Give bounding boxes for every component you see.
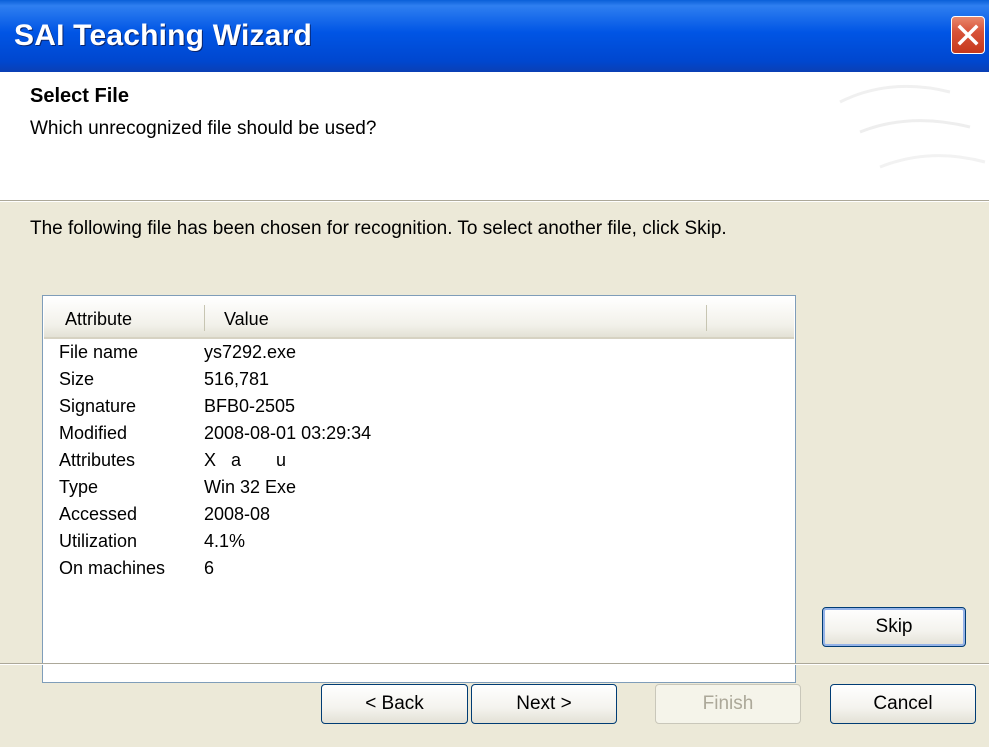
list-item[interactable]: Size 516,781 [44,367,794,394]
attribute-name: Modified [59,423,128,443]
page-subtitle: Which unrecognized file should be used? [30,118,377,139]
finish-button: Finish [655,684,801,724]
column-header-value[interactable]: Value [224,309,269,330]
list-item[interactable]: Type Win 32 Exe [44,475,794,502]
attribute-value: ys7292.exe [204,342,297,362]
footer-divider-highlight [0,664,989,665]
list-item[interactable]: On machines 6 [44,556,794,583]
attribute-name: File name [59,342,139,362]
list-item[interactable]: Modified 2008-08-01 03:29:34 [44,421,794,448]
attribute-value: 516,781 [204,369,270,389]
attribute-value: 2008-08 [204,504,271,524]
window-title: SAI Teaching Wizard [14,19,313,52]
attribute-value: 2008-08-01 03:29:34 [204,423,372,443]
list-item[interactable]: Utilization 4.1% [44,529,794,556]
attribute-name: Accessed [59,504,138,524]
cancel-button[interactable]: Cancel [830,684,976,724]
close-icon [957,24,979,46]
wizard-window: SAI Teaching Wizard Select File Which un… [0,0,989,747]
attribute-value: 6 [204,558,215,578]
attribute-value: Win 32 Exe [204,477,297,497]
attribute-value: 4.1% [204,531,246,551]
column-divider[interactable] [706,305,707,331]
attribute-name: On machines [59,558,166,578]
list-item[interactable]: Signature BFB0-2505 [44,394,794,421]
close-button[interactable] [951,16,985,54]
list-item[interactable]: File name ys7292.exe [44,340,794,367]
list-item[interactable]: Attributes X a u [44,448,794,475]
list-item[interactable]: Accessed 2008-08 [44,502,794,529]
attribute-name: Type [59,477,99,497]
attribute-value: X a u [204,450,287,470]
attribute-name: Signature [59,396,137,416]
header-divider-highlight [0,201,989,202]
skip-button[interactable]: Skip [822,607,966,647]
list-header: Attribute Value [44,297,794,339]
next-button[interactable]: Next > [471,684,617,724]
file-attributes-list[interactable]: Attribute Value File name ys7292.exe Size 5… [42,295,796,683]
back-button[interactable]: < Back [321,684,468,724]
title-bar[interactable]: SAI Teaching Wizard [0,0,989,72]
intro-text: The following file has been chosen for r… [30,218,727,239]
attribute-name: Utilization [59,531,138,551]
attribute-value: BFB0-2505 [204,396,296,416]
attribute-name: Attributes [59,450,136,470]
page-title: Select File [30,85,129,107]
column-divider[interactable] [204,305,205,331]
column-header-attribute[interactable]: Attribute [65,309,132,330]
attribute-name: Size [59,369,95,389]
header-watermark [820,72,989,200]
